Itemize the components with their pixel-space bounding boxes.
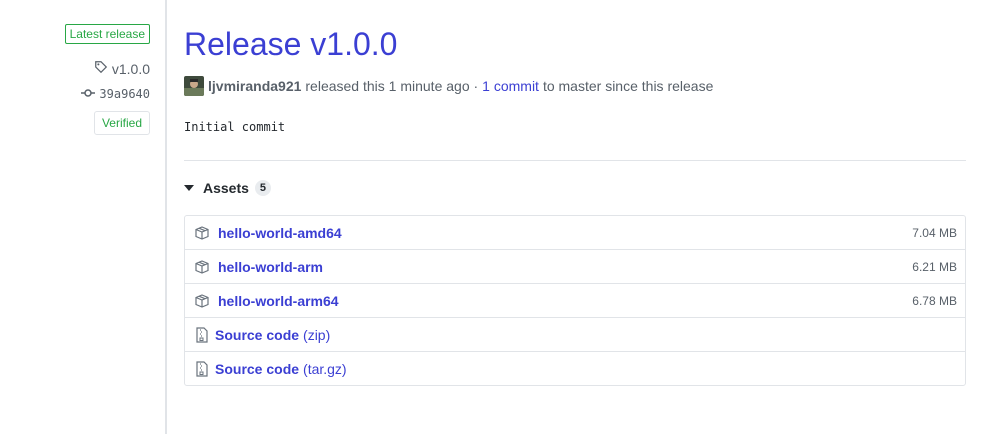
asset-size: 6.78 MB [912, 293, 957, 308]
tag-name: v1.0.0 [111, 60, 150, 77]
commits-suffix: to master since this release [542, 78, 714, 94]
list-item[interactable]: hello-world-arm 6.21 MB [185, 249, 965, 283]
section-divider [184, 160, 966, 161]
assets-list: hello-world-amd64 7.04 MB hello-world-ar… [184, 215, 966, 386]
list-item[interactable]: hello-world-amd64 7.04 MB [185, 216, 965, 249]
list-item[interactable]: hello-world-arm64 6.78 MB [185, 283, 965, 317]
tag-icon [94, 60, 108, 77]
asset-size: 7.04 MB [912, 225, 957, 240]
triangle-down-icon [184, 185, 194, 191]
assets-label: Assets [203, 180, 249, 196]
commits-link[interactable]: 1 commit [482, 78, 539, 94]
assets-toggle[interactable]: Assets 5 [184, 180, 272, 196]
asset-name[interactable]: hello-world-arm [218, 259, 323, 275]
verified-badge[interactable]: Verified [93, 111, 150, 135]
assets-count: 5 [254, 180, 272, 196]
list-item[interactable]: Source code (tar.gz) [185, 351, 965, 385]
release-meta: ljvmiranda921 released this 1 minute ago… [184, 76, 713, 96]
asset-name[interactable]: hello-world-amd64 [218, 225, 342, 241]
file-zip-icon [194, 360, 210, 377]
git-commit-icon [81, 87, 96, 101]
asset-name[interactable]: hello-world-arm64 [218, 293, 339, 309]
release-title[interactable]: Release v1.0.0 [184, 26, 397, 63]
tag-link[interactable]: v1.0.0 [94, 60, 150, 77]
source-code-targz-link[interactable]: Source code [215, 361, 299, 377]
timeline-divider [165, 0, 167, 434]
file-zip-icon [194, 326, 210, 343]
latest-release-badge: Latest release [64, 24, 150, 44]
source-code-zip-link[interactable]: Source code [215, 327, 299, 343]
package-icon [194, 225, 210, 241]
avatar[interactable] [184, 76, 204, 96]
asset-size: 6.21 MB [912, 259, 957, 274]
archive-format: (tar.gz) [303, 360, 347, 377]
release-sidebar: Latest release v1.0.0 39a9640 Verified [0, 0, 166, 443]
commit-link[interactable]: 39a9640 [81, 87, 150, 101]
released-text: released this 1 minute ago · [305, 78, 479, 94]
package-icon [194, 259, 210, 275]
release-notes: Initial commit [184, 120, 286, 134]
author-link[interactable]: ljvmiranda921 [208, 78, 301, 94]
archive-format: (zip) [303, 326, 331, 343]
list-item[interactable]: Source code (zip) [185, 317, 965, 351]
package-icon [194, 293, 210, 309]
commit-sha: 39a9640 [99, 87, 150, 101]
